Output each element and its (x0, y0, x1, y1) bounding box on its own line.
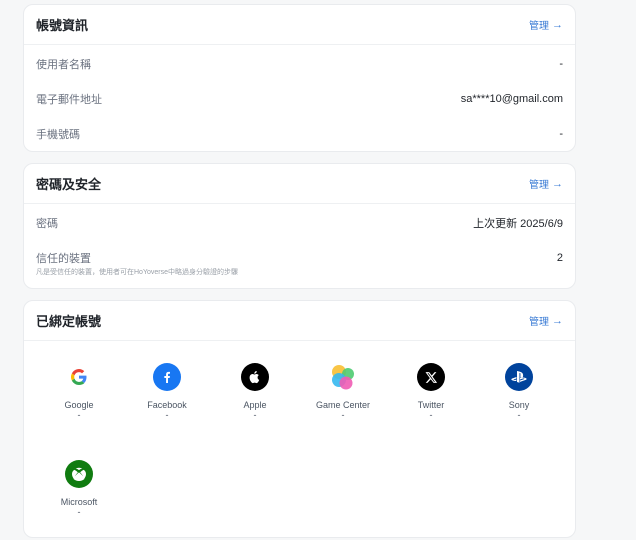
playstation-icon (505, 363, 533, 391)
password-label: 密碼 (36, 217, 58, 230)
account-status: - (517, 410, 521, 420)
phone-row: 手機號碼 - (24, 116, 575, 151)
account-info-title: 帳號資訊 (36, 18, 89, 33)
account-status: - (165, 410, 169, 420)
account-name: Microsoft (60, 497, 98, 507)
apple-icon (241, 363, 269, 391)
password-value: 上次更新 2025/6/9 (473, 217, 563, 230)
account-game-center[interactable]: Game Center - (299, 363, 387, 420)
account-status: - (341, 410, 345, 420)
email-value: sa****10@gmail.com (460, 92, 563, 105)
security-title: 密碼及安全 (36, 177, 102, 192)
account-info-manage-link[interactable]: 管理 → (529, 17, 563, 33)
password-row: 密碼 上次更新 2025/6/9 (24, 205, 575, 240)
account-facebook[interactable]: Facebook - (123, 363, 211, 420)
account-status: - (429, 410, 433, 420)
account-twitter[interactable]: Twitter - (387, 363, 475, 420)
arrow-right-icon: → (552, 177, 563, 190)
security-header: 密碼及安全 管理 → (24, 164, 575, 204)
phone-value: - (559, 127, 563, 140)
account-name: Game Center (315, 400, 371, 410)
account-status: - (77, 507, 81, 517)
arrow-right-icon: → (552, 18, 563, 31)
account-info-card: 帳號資訊 管理 → 使用者名稱 - 電子郵件地址 sa****10@gmail.… (23, 4, 576, 152)
account-apple[interactable]: Apple - (211, 363, 299, 420)
account-name: Sony (508, 400, 530, 410)
account-name: Apple (243, 400, 267, 410)
x-icon (417, 363, 445, 391)
account-status: - (77, 410, 81, 420)
trusted-devices-label: 信任的裝置 (36, 252, 91, 265)
google-icon (65, 363, 93, 391)
manage-label: 管理 (529, 317, 549, 328)
security-card: 密碼及安全 管理 → 密碼 上次更新 2025/6/9 信任的裝置 2 凡是受信… (23, 163, 576, 289)
username-value: - (559, 57, 563, 70)
account-info-header: 帳號資訊 管理 → (24, 5, 575, 45)
security-manage-link[interactable]: 管理 → (529, 176, 563, 192)
account-name: Twitter (417, 400, 445, 410)
manage-label: 管理 (529, 21, 549, 32)
arrow-right-icon: → (552, 314, 563, 327)
facebook-icon (153, 363, 181, 391)
account-sony[interactable]: Sony - (475, 363, 563, 420)
email-label: 電子郵件地址 (36, 93, 102, 106)
linked-accounts-title: 已綁定帳號 (36, 314, 102, 329)
account-name: Facebook (147, 400, 187, 410)
xbox-icon (65, 460, 93, 488)
email-row: 電子郵件地址 sa****10@gmail.com (24, 81, 575, 116)
linked-accounts-manage-link[interactable]: 管理 → (529, 313, 563, 329)
game-center-icon (329, 363, 357, 391)
trusted-devices-value: 2 (556, 251, 563, 264)
username-label: 使用者名稱 (36, 58, 91, 71)
account-status: - (253, 410, 257, 420)
linked-accounts-card: 已綁定帳號 管理 → Google - Facebook - Apple - G… (23, 300, 576, 538)
account-microsoft[interactable]: Microsoft - (35, 460, 123, 517)
manage-label: 管理 (529, 180, 549, 191)
username-row: 使用者名稱 - (24, 46, 575, 81)
trusted-devices-hint: 凡是受信任的裝置，使用者可在HoYoverse中略過身分驗證的步驟 (36, 269, 238, 276)
phone-label: 手機號碼 (36, 128, 80, 141)
account-google[interactable]: Google - (35, 363, 123, 420)
linked-accounts-header: 已綁定帳號 管理 → (24, 301, 575, 341)
account-name: Google (64, 400, 94, 410)
